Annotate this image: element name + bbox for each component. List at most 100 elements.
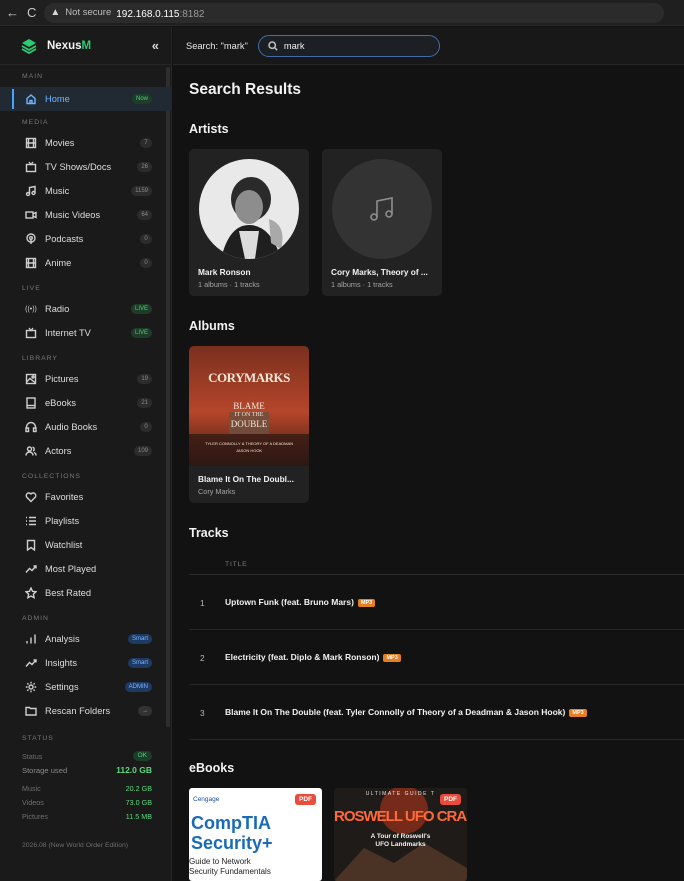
track-row[interactable]: 2 Electricity (feat. Diplo & Mark Ronson… [189,631,684,685]
sidebar-item-label: Most Played [45,564,97,574]
sidebar-badge: 109 [133,446,152,456]
music-note-icon [370,197,393,221]
sidebar-item-most-played[interactable]: Most Played [0,557,171,581]
video-camera-icon [24,208,38,222]
track-number: 1 [200,598,205,608]
sidebar-item-rescan-folders[interactable]: Rescan Folders → [0,699,171,723]
radio-waves-icon: ((•)) [25,305,37,313]
url-host: 192.168.0.115 [116,8,180,20]
sidebar-item-pictures[interactable]: Pictures 19 [0,367,171,391]
sidebar-item-music-videos[interactable]: Music Videos 64 [0,203,171,227]
list-icon [24,514,38,528]
sidebar-badge: 26 [137,162,152,172]
album-art-line2: IT ON THE [234,412,264,418]
search-box[interactable] [257,34,440,57]
sidebar-item-music[interactable]: Music 1159 [0,179,171,203]
sidebar-item-radio[interactable]: ((•)) Radio LIVE [0,297,171,321]
album-art-band: CORYMARKS [208,370,290,385]
ebook-card[interactable]: ULTIMATE GUIDE T PDF ROSWELL UFO CRASH A… [334,788,467,881]
sidebar-item-podcasts[interactable]: Podcasts 0 [0,227,171,251]
ebook-card[interactable]: Cengage PDF CompTIA Security+ Guide to N… [189,788,322,881]
sidebar-item-playlists[interactable]: Playlists [0,509,171,533]
album-card[interactable]: CORYMARKS BLAME IT ON THE DOUBLE TYLER C… [189,346,309,503]
sidebar-item-label: Actors [45,446,72,456]
sidebar-item-internet-tv[interactable]: Internet TV LIVE [0,321,171,345]
ebook-publisher: Cengage [193,796,220,803]
sidebar-item-watchlist[interactable]: Watchlist [0,533,171,557]
sidebar-item-label: TV Shows/Docs [45,162,112,172]
section-header-live: LIVE [22,285,41,292]
sidebar-item-audio-books[interactable]: Audio Books 0 [0,415,171,439]
status-label: Status [22,751,43,761]
sidebar-item-settings[interactable]: Settings ADMIN [0,675,171,699]
sidebar-item-label: Music Videos [45,210,101,220]
sidebar-item-anime[interactable]: Anime 0 [0,251,171,275]
sidebar-badge: 7 [140,138,152,148]
tracks-heading: Tracks [189,526,229,540]
section-header-media: MEDIA [22,119,49,126]
track-title-text: Blame It On The Double (feat. Tyler Conn… [225,707,566,717]
ebook-subtitle-line1: A Tour of Roswell's [370,833,431,840]
layers-logo-icon [21,38,37,54]
track-title: Electricity (feat. Diplo & Mark Ronson) M… [225,652,401,662]
back-arrow-icon[interactable]: ← [6,6,19,19]
album-cover: CORYMARKS BLAME IT ON THE DOUBLE TYLER C… [189,346,309,466]
artists-heading: Artists [189,122,229,136]
album-art-credits: TYLER CONNOLLY & THEORY OF A DEADMAN [204,441,294,446]
sidebar-item-movies[interactable]: Movies 7 [0,131,171,155]
artist-card[interactable]: Mark Ronson 1 albums · 1 tracks [189,149,309,296]
music-storage-label: Music [22,783,41,793]
brand-name-accent: M [81,39,92,52]
sidebar-badge: Smart [127,634,152,644]
sidebar-item-label: Favorites [45,492,84,502]
status-badge: OK [132,751,152,761]
track-number: 3 [200,708,205,718]
artist-photo [199,159,299,259]
track-title: Uptown Funk (feat. Bruno Mars) MP3 [225,597,376,607]
sidebar-badge: 0 [140,258,152,268]
track-row[interactable]: 3 Blame It On The Double (feat. Tyler Co… [189,686,684,740]
artist-card[interactable]: Cory Marks, Theory of ... 1 albums · 1 t… [322,149,442,296]
album-art-credits2: JASON HOOK [235,448,263,453]
sidebar-item-analysis[interactable]: Analysis Smart [0,627,171,651]
section-header-library: LIBRARY [22,355,58,362]
track-row[interactable]: 1 Uptown Funk (feat. Bruno Mars) MP3 [189,576,684,630]
sidebar-item-label: Best Rated [45,588,91,598]
address-bar[interactable]: ▲ Not secure 192.168.0.115:8182 [44,2,665,23]
main-content: Search Results Artists Mark Ronson 1 alb… [173,66,684,881]
collapse-sidebar-button[interactable]: « [152,38,159,53]
sidebar-item-label: Anime [45,258,72,268]
track-title-text: Uptown Funk (feat. Bruno Mars) [225,597,354,607]
sidebar-item-ebooks[interactable]: eBooks 21 [0,391,171,415]
sidebar-item-label: Analysis [45,634,80,644]
star-icon [24,586,38,600]
reload-icon[interactable]: C [27,6,36,19]
ebooks-heading: eBooks [189,761,235,775]
trending-icon [24,656,38,670]
sidebar-item-label: Settings [45,682,79,692]
sidebar-item-favorites[interactable]: Favorites [0,485,171,509]
pdf-badge: PDF [440,794,461,805]
sidebar-item-best-rated[interactable]: Best Rated [0,581,171,605]
search-input[interactable] [283,40,424,51]
trending-icon [24,562,38,576]
format-badge: MP3 [383,654,401,662]
sidebar-item-label: Rescan Folders [45,706,111,716]
videos-storage-row: Videos 73.0 GB [0,795,171,809]
sidebar-item-insights[interactable]: Insights Smart [0,651,171,675]
ebook-subtitle-line2: UFO Landmarks [375,841,426,848]
film-icon [24,136,38,150]
browser-toolbar: ← C ▲ Not secure 192.168.0.115:8182 [0,0,684,26]
brand-name-part: Nexus [47,39,82,52]
sidebar-item-tv-shows[interactable]: TV Shows/Docs 26 [0,155,171,179]
sidebar-badge: Smart [127,658,152,668]
videos-storage-label: Videos [22,797,44,807]
sidebar-badge: LIVE [130,328,152,338]
track-title-text: Electricity (feat. Diplo & Mark Ronson) [225,652,380,662]
sidebar-item-actors[interactable]: Actors 109 [0,439,171,463]
sidebar-item-home[interactable]: Home Now [0,87,171,111]
artist-name: Cory Marks, Theory of ... [331,267,428,277]
artist-name: Mark Ronson [198,267,251,277]
brand-name: NexusM [47,40,91,52]
pictures-storage-label: Pictures [22,811,48,821]
